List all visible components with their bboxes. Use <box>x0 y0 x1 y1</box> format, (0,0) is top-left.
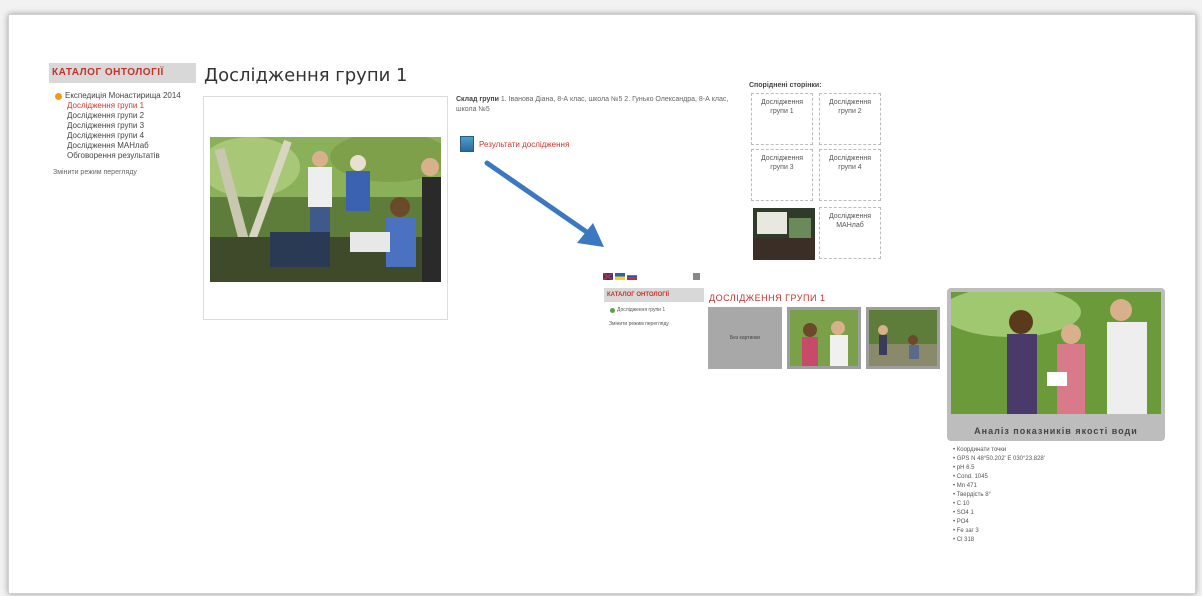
photo-frame <box>203 96 448 320</box>
flag-ua-icon[interactable] <box>615 273 625 280</box>
flag-ru-icon[interactable] <box>627 273 637 280</box>
page-canvas: КАТАЛОГ ОНТОЛОГІЇ Експедиція Монастирища… <box>8 14 1196 594</box>
catalog-title: КАТАЛОГ ОНТОЛОГІЇ <box>49 63 196 83</box>
document-icon <box>460 136 474 152</box>
menu-root-item[interactable]: Експедиція Монастирища 2014 <box>55 91 181 101</box>
related-label: Дослідження групи 3 <box>760 155 804 171</box>
related-label: Дослідження групи 1 <box>760 99 804 115</box>
related-group-2[interactable]: Дослідження групи 2 <box>819 93 881 145</box>
menu-item-group-4[interactable]: Дослідження групи 4 <box>67 131 181 141</box>
param-item: • Координати точки <box>953 447 1007 453</box>
related-label: Дослідження групи 2 <box>828 99 872 115</box>
menu-item-group-3[interactable]: Дослідження групи 3 <box>67 121 181 131</box>
related-manlab[interactable]: Дослідження МАНлаб <box>819 207 881 259</box>
water-quality-card[interactable]: Аналіз показників якості води <box>941 287 1165 441</box>
param-item: • Fe заг 3 <box>953 528 979 534</box>
mini-item-label: Дослідження групи 1 <box>617 307 666 313</box>
parameters-list: • Координати точки • GPS N 48°50.202' E … <box>953 446 1045 545</box>
flag-uk-icon[interactable] <box>603 273 613 280</box>
card-caption: Аналіз показників якості води <box>974 426 1138 436</box>
related-thumbnail[interactable] <box>753 208 815 260</box>
results-link[interactable]: Результати дослідження <box>460 136 569 152</box>
param-item: • C 10 <box>953 501 970 507</box>
water-analysis-photo <box>941 287 1161 414</box>
bullet-icon <box>55 92 62 100</box>
related-group-1[interactable]: Дослідження групи 1 <box>751 93 813 145</box>
menu-root-label: Експедиція Монастирища 2014 <box>65 91 181 100</box>
param-item: • Mn 471 <box>953 483 977 489</box>
menu-item-manlab[interactable]: Дослідження МАНлаб <box>67 141 181 151</box>
bullet-icon <box>610 307 615 313</box>
param-item: • pH 6.5 <box>953 465 975 471</box>
related-label: Дослідження МАНлаб <box>828 213 872 229</box>
mini-catalog-title: КАТАЛОГ ОНТОЛОГІЇ <box>604 288 704 302</box>
switch-view-link[interactable]: Змінити режим перегляду <box>53 169 137 176</box>
group-composition: Склад групи 1. Іванова Діана, 8-А клас, … <box>456 95 746 115</box>
results-link-label: Результати дослідження <box>479 139 570 149</box>
arrow-icon <box>484 160 604 247</box>
param-item: • Твердість 8° <box>953 492 991 498</box>
mini-switch-link[interactable]: Змінити режим перегляду <box>609 321 669 327</box>
related-group-4[interactable]: Дослідження групи 4 <box>819 149 881 201</box>
page-title: Дослідження групи 1 <box>204 65 408 86</box>
placeholder-label: Без картинки <box>729 335 761 341</box>
related-label: Дослідження групи 4 <box>828 155 872 171</box>
menu-item-discussion[interactable]: Обговорення результатів <box>67 151 181 161</box>
param-item: • Cl 318 <box>953 537 975 543</box>
param-item: • GPS N 48°50.202' E 030°23.828' <box>953 456 1045 462</box>
catalog-menu: Експедиція Монастирища 2014 Дослідження … <box>55 91 181 161</box>
thumb-photo-3[interactable] <box>866 307 940 369</box>
related-pages-title: Споріднені сторінки: <box>749 82 822 89</box>
close-icon[interactable] <box>693 273 700 280</box>
thumb-no-image[interactable]: Без картинки <box>708 307 782 369</box>
research-heading: ДОСЛІДЖЕННЯ ГРУПИ 1 <box>709 293 826 303</box>
related-group-3[interactable]: Дослідження групи 3 <box>751 149 813 201</box>
language-flags <box>603 273 637 280</box>
menu-item-group-1[interactable]: Дослідження групи 1 <box>67 101 181 111</box>
composition-label: Склад групи <box>456 96 499 103</box>
param-item: • PO4 <box>953 519 969 525</box>
param-item: • Cond. 1045 <box>953 474 988 480</box>
thumb-photo-2[interactable] <box>787 307 861 369</box>
menu-item-group-2[interactable]: Дослідження групи 2 <box>67 111 181 121</box>
param-item: • SO4 1 <box>953 510 974 516</box>
group-photo[interactable] <box>210 137 441 282</box>
mini-menu-item[interactable]: Дослідження групи 1 <box>610 307 665 313</box>
